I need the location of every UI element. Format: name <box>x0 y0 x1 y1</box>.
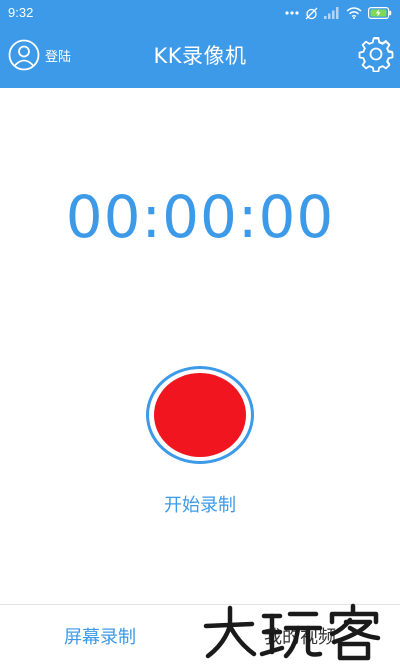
wifi-icon <box>346 7 362 19</box>
status-time: 9:32 <box>8 5 34 20</box>
record-dot-icon <box>154 373 246 457</box>
status-icons <box>285 4 392 22</box>
record-label[interactable]: 开始录制 <box>0 491 400 517</box>
gear-icon <box>358 37 394 73</box>
tab-my-videos[interactable]: 我的视频 <box>200 623 400 649</box>
recording-timer: 00:00:00 <box>65 183 335 251</box>
more-dots-icon <box>285 11 299 15</box>
record-button[interactable] <box>146 366 254 464</box>
bottom-tab-bar: 屏幕录制 我的视频 <box>0 604 400 666</box>
app-bar: 登陆 KK录像机 <box>0 26 400 88</box>
status-bar: 9:32 <box>0 0 400 26</box>
app-title: KK录像机 <box>153 44 247 68</box>
battery-charging-icon <box>368 7 392 19</box>
tab-screen-record[interactable]: 屏幕录制 <box>0 623 200 649</box>
signal-icon <box>324 7 339 19</box>
alarm-off-icon <box>305 7 318 19</box>
settings-button[interactable] <box>358 36 394 73</box>
